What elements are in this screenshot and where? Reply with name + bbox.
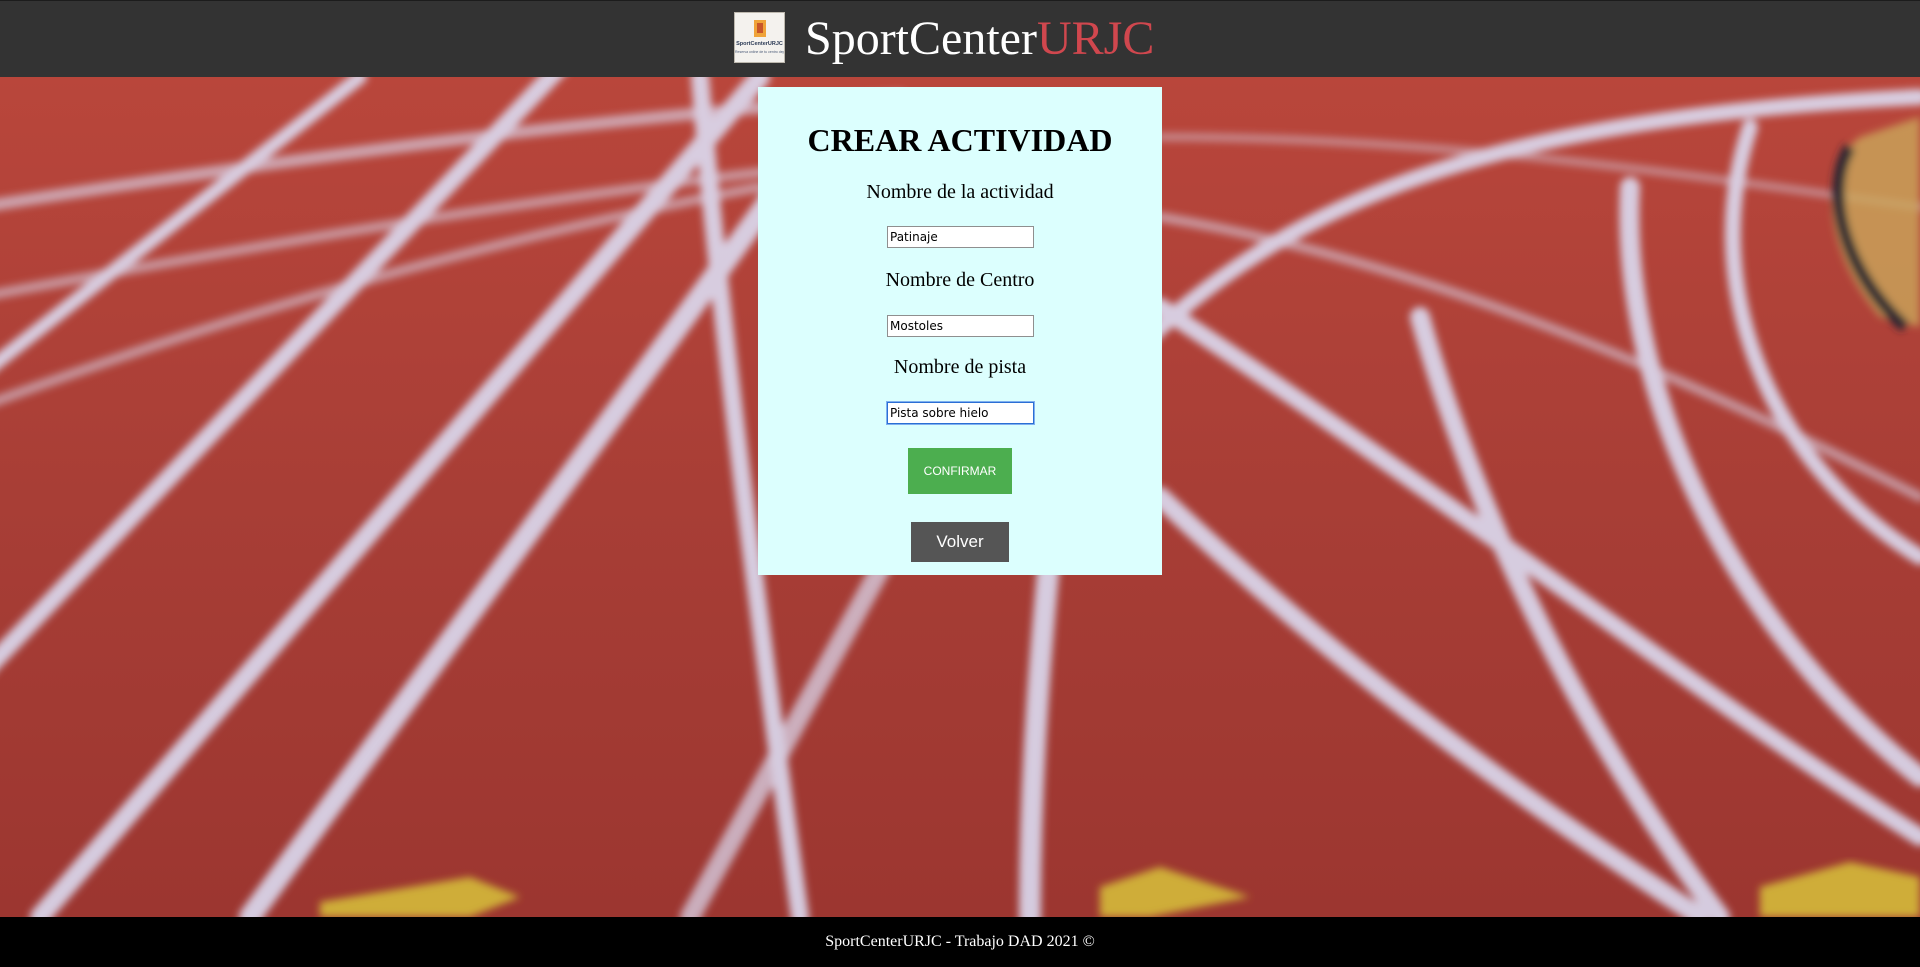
logo-caption: SportCenterURJC <box>736 41 783 47</box>
center-name-label: Nombre de Centro <box>885 269 1035 291</box>
center-name-input[interactable] <box>887 315 1034 337</box>
top-navbar: SportCenterURJC Reserva online de tu cen… <box>0 0 1920 77</box>
footer-text: SportCenterURJC - Trabajo DAD 2021 © <box>825 933 1095 950</box>
confirm-button[interactable]: CONFIRMAR <box>908 448 1012 494</box>
court-name-input[interactable] <box>886 401 1035 425</box>
activity-name-label: Nombre de la actividad <box>866 181 1054 203</box>
runner-logo-icon <box>754 20 766 37</box>
page-footer: SportCenterURJC - Trabajo DAD 2021 © <box>0 917 1920 967</box>
back-button[interactable]: Volver <box>911 522 1009 562</box>
court-name-label: Nombre de pista <box>893 356 1027 378</box>
activity-name-input[interactable] <box>887 226 1034 248</box>
logo-tagline: Reserva online de tu centro deportivo <box>735 50 785 54</box>
create-activity-form: CREAR ACTIVIDAD Nombre de la actividad N… <box>758 87 1162 575</box>
brand-title-accent: URJC <box>1036 12 1155 65</box>
brand-title[interactable]: SportCenterURJC <box>805 13 1154 65</box>
brand-title-main: SportCenter <box>805 12 1037 65</box>
site-logo[interactable]: SportCenterURJC Reserva online de tu cen… <box>734 12 785 63</box>
form-title: CREAR ACTIVIDAD <box>807 122 1113 158</box>
